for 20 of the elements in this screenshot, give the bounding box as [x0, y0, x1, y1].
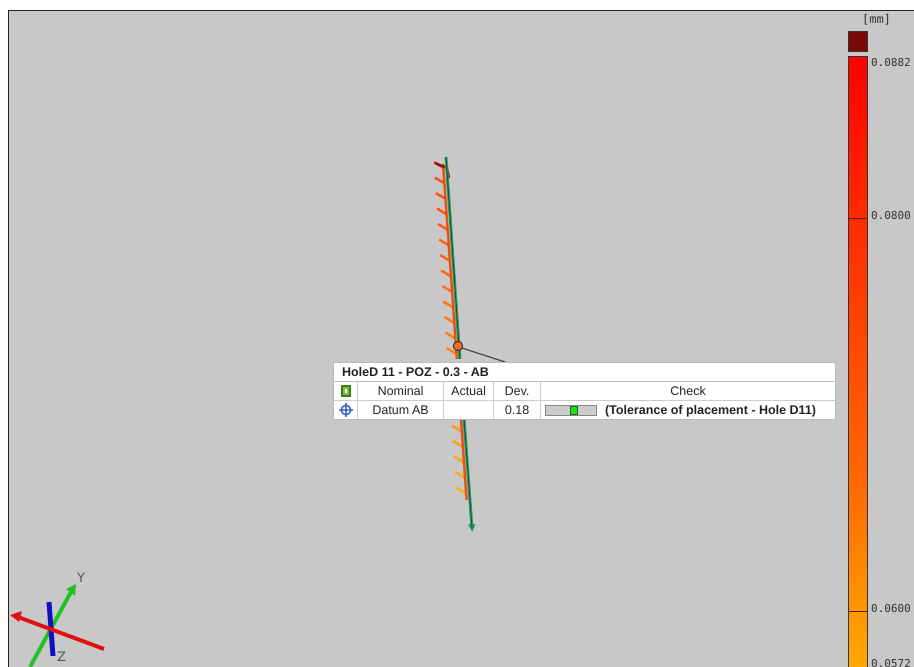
scale-value: 0.0800 [871, 209, 911, 222]
leader-line [462, 347, 506, 363]
check-text: (Tolerance of placement - Hole D11) [605, 403, 816, 417]
overflow-swatch [848, 31, 868, 52]
tolerance-icon [340, 385, 350, 397]
scale-value: 0.0882 [871, 56, 911, 69]
unit-label: [mm] [862, 12, 891, 26]
axis-label: Y [77, 571, 85, 586]
scale-value: 0.0572 [871, 657, 911, 667]
axis-label: Z [57, 650, 66, 665]
scale-value: 0.0600 [871, 602, 911, 615]
point-marker [452, 340, 464, 352]
label-title: HoleD 11 - POZ - 0.3 - AB [334, 363, 835, 382]
column-header: Actual [444, 382, 494, 400]
table-cell: 0.18 [494, 401, 541, 419]
column-header: Dev. [494, 382, 541, 400]
crosshair-icon [338, 403, 352, 417]
table-cell: Datum AB [358, 401, 444, 419]
column-header: Check [669, 383, 707, 400]
column-header: Nominal [358, 382, 444, 400]
